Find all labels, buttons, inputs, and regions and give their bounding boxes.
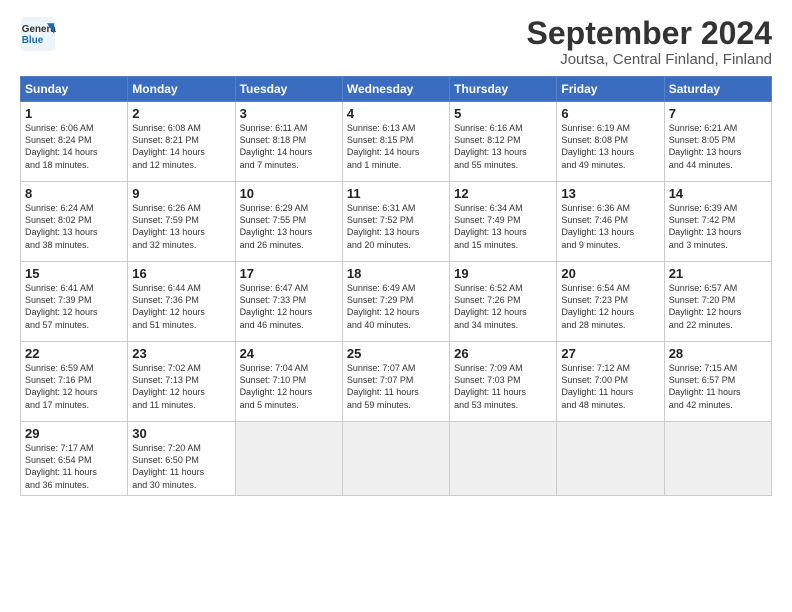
table-row xyxy=(342,422,449,496)
table-row: 20Sunrise: 6:54 AM Sunset: 7:23 PM Dayli… xyxy=(557,262,664,342)
table-row: 25Sunrise: 7:07 AM Sunset: 7:07 PM Dayli… xyxy=(342,342,449,422)
col-friday: Friday xyxy=(557,77,664,102)
table-row xyxy=(235,422,342,496)
table-row: 18Sunrise: 6:49 AM Sunset: 7:29 PM Dayli… xyxy=(342,262,449,342)
logo: General Blue xyxy=(20,16,60,52)
table-row: 27Sunrise: 7:12 AM Sunset: 7:00 PM Dayli… xyxy=(557,342,664,422)
table-row xyxy=(664,422,771,496)
col-saturday: Saturday xyxy=(664,77,771,102)
table-row xyxy=(450,422,557,496)
svg-text:Blue: Blue xyxy=(22,35,44,46)
table-row: 13Sunrise: 6:36 AM Sunset: 7:46 PM Dayli… xyxy=(557,182,664,262)
table-row: 2Sunrise: 6:08 AM Sunset: 8:21 PM Daylig… xyxy=(128,102,235,182)
month-title: September 2024 xyxy=(527,16,772,51)
location-subtitle: Joutsa, Central Finland, Finland xyxy=(527,51,772,68)
table-row: 16Sunrise: 6:44 AM Sunset: 7:36 PM Dayli… xyxy=(128,262,235,342)
table-row xyxy=(557,422,664,496)
table-row: 14Sunrise: 6:39 AM Sunset: 7:42 PM Dayli… xyxy=(664,182,771,262)
table-row: 11Sunrise: 6:31 AM Sunset: 7:52 PM Dayli… xyxy=(342,182,449,262)
table-row: 6Sunrise: 6:19 AM Sunset: 8:08 PM Daylig… xyxy=(557,102,664,182)
col-sunday: Sunday xyxy=(21,77,128,102)
table-row: 10Sunrise: 6:29 AM Sunset: 7:55 PM Dayli… xyxy=(235,182,342,262)
logo-icon: General Blue xyxy=(20,16,56,52)
table-row: 22Sunrise: 6:59 AM Sunset: 7:16 PM Dayli… xyxy=(21,342,128,422)
col-wednesday: Wednesday xyxy=(342,77,449,102)
col-tuesday: Tuesday xyxy=(235,77,342,102)
table-row: 19Sunrise: 6:52 AM Sunset: 7:26 PM Dayli… xyxy=(450,262,557,342)
table-row: 1Sunrise: 6:06 AM Sunset: 8:24 PM Daylig… xyxy=(21,102,128,182)
table-row: 15Sunrise: 6:41 AM Sunset: 7:39 PM Dayli… xyxy=(21,262,128,342)
col-thursday: Thursday xyxy=(450,77,557,102)
table-row: 12Sunrise: 6:34 AM Sunset: 7:49 PM Dayli… xyxy=(450,182,557,262)
col-monday: Monday xyxy=(128,77,235,102)
table-row: 29Sunrise: 7:17 AM Sunset: 6:54 PM Dayli… xyxy=(21,422,128,496)
table-row: 4Sunrise: 6:13 AM Sunset: 8:15 PM Daylig… xyxy=(342,102,449,182)
table-row: 28Sunrise: 7:15 AM Sunset: 6:57 PM Dayli… xyxy=(664,342,771,422)
calendar-table: Sunday Monday Tuesday Wednesday Thursday… xyxy=(20,76,772,496)
header: General Blue September 2024 Joutsa, Cent… xyxy=(20,16,772,68)
table-row: 23Sunrise: 7:02 AM Sunset: 7:13 PM Dayli… xyxy=(128,342,235,422)
table-row: 24Sunrise: 7:04 AM Sunset: 7:10 PM Dayli… xyxy=(235,342,342,422)
table-row: 17Sunrise: 6:47 AM Sunset: 7:33 PM Dayli… xyxy=(235,262,342,342)
table-row: 3Sunrise: 6:11 AM Sunset: 8:18 PM Daylig… xyxy=(235,102,342,182)
table-row: 9Sunrise: 6:26 AM Sunset: 7:59 PM Daylig… xyxy=(128,182,235,262)
table-row: 8Sunrise: 6:24 AM Sunset: 8:02 PM Daylig… xyxy=(21,182,128,262)
table-row: 26Sunrise: 7:09 AM Sunset: 7:03 PM Dayli… xyxy=(450,342,557,422)
header-row: Sunday Monday Tuesday Wednesday Thursday… xyxy=(21,77,772,102)
table-row: 21Sunrise: 6:57 AM Sunset: 7:20 PM Dayli… xyxy=(664,262,771,342)
title-block: September 2024 Joutsa, Central Finland, … xyxy=(527,16,772,68)
table-row: 5Sunrise: 6:16 AM Sunset: 8:12 PM Daylig… xyxy=(450,102,557,182)
table-row: 7Sunrise: 6:21 AM Sunset: 8:05 PM Daylig… xyxy=(664,102,771,182)
page: General Blue September 2024 Joutsa, Cent… xyxy=(0,0,792,612)
table-row: 30Sunrise: 7:20 AM Sunset: 6:50 PM Dayli… xyxy=(128,422,235,496)
